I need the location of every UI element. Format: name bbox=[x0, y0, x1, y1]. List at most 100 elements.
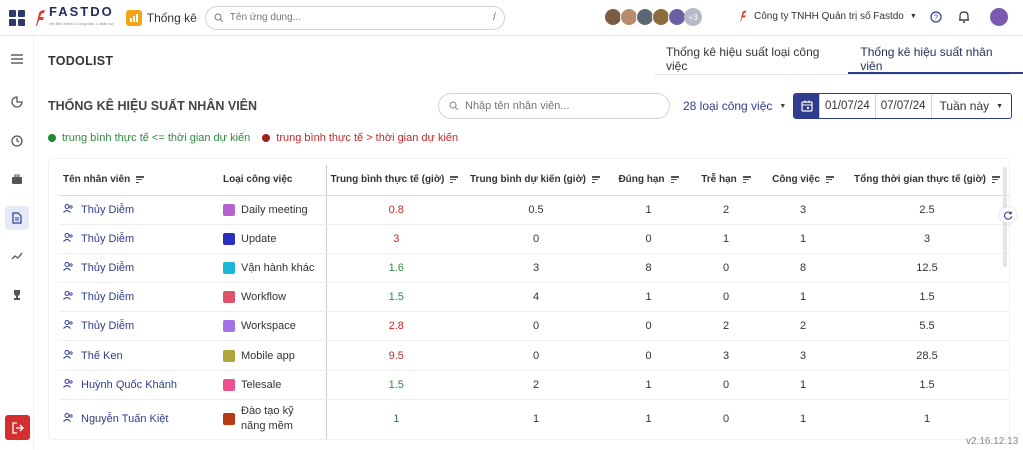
date-from[interactable]: 01/07/24 bbox=[819, 94, 875, 118]
table-row[interactable]: Thủy Diễm Workflow 1.5 4 1 0 1 1.5 bbox=[59, 282, 1009, 313]
employee-name[interactable]: Thủy Diễm bbox=[81, 204, 134, 216]
help-icon[interactable]: ? bbox=[929, 10, 943, 24]
version-label: v2.16.12.13 bbox=[966, 436, 1019, 447]
employee-name[interactable]: Thế Ken bbox=[81, 350, 123, 362]
avatars-more-count[interactable]: +3 bbox=[684, 8, 702, 26]
table-row[interactable]: Thủy Diễm Daily meeting 0.8 0.5 1 2 3 2.5 bbox=[59, 195, 1009, 225]
employee-cell[interactable]: Huỳnh Quốc Khánh bbox=[59, 370, 219, 400]
sort-icon[interactable] bbox=[992, 175, 1000, 185]
col-header-total[interactable]: Tổng thời gian thực tế (giờ) bbox=[845, 165, 1009, 196]
col-header-late[interactable]: Trễ hạn bbox=[691, 165, 761, 196]
table-row[interactable]: Thế Ken Mobile app 9.5 0 0 3 3 28.5 bbox=[59, 340, 1009, 371]
member-avatars[interactable]: +3 bbox=[604, 8, 702, 26]
employee-cell[interactable]: Thế Ken bbox=[59, 340, 219, 371]
employee-name[interactable]: Huỳnh Quốc Khánh bbox=[81, 379, 177, 391]
logout-button[interactable] bbox=[5, 415, 30, 440]
chevron-down-icon: ▼ bbox=[909, 12, 917, 20]
company-name: Công ty TNHH Quản trị số Fastdo bbox=[754, 10, 904, 22]
col-header-tasks[interactable]: Công việc bbox=[761, 165, 845, 196]
late-cell: 1 bbox=[691, 224, 761, 254]
employee-cell[interactable]: Nguyễn Tuấn Kiệt bbox=[59, 399, 219, 439]
total-cell: 12.5 bbox=[845, 253, 1009, 284]
tasks-cell: 8 bbox=[761, 253, 845, 284]
date-to[interactable]: 07/07/24 bbox=[874, 94, 931, 118]
col-header-employee[interactable]: Tên nhân viên bbox=[59, 165, 219, 196]
table-row[interactable]: Nguyễn Tuấn Kiệt Đào tạo kỹ năng mềm 1 1 1 0 1… bbox=[59, 399, 1009, 439]
refresh-float-button[interactable] bbox=[1000, 207, 1016, 223]
on-time-cell: 0 bbox=[606, 224, 691, 254]
task-type-name: Workspace bbox=[241, 320, 296, 333]
employee-cell[interactable]: Thủy Diễm bbox=[59, 195, 219, 225]
employee-name[interactable]: Thủy Diễm bbox=[81, 320, 134, 332]
on-time-cell: 1 bbox=[606, 282, 691, 313]
on-time-cell: 1 bbox=[606, 370, 691, 400]
employee-cell[interactable]: Thủy Diễm bbox=[59, 282, 219, 313]
app-search-input[interactable] bbox=[229, 12, 493, 23]
dashboard-icon bbox=[11, 96, 23, 108]
table-row[interactable]: Thủy Diễm Workspace 2.8 0 0 2 2 5.5 bbox=[59, 311, 1009, 342]
sort-icon[interactable] bbox=[742, 175, 751, 185]
total-cell: 28.5 bbox=[845, 340, 1009, 371]
sidebar-item-report[interactable] bbox=[5, 206, 29, 230]
trophy-icon bbox=[14, 290, 20, 300]
app-grid-icon[interactable] bbox=[9, 9, 25, 26]
table-row[interactable]: Thủy Diễm Vận hành khác 1.6 3 8 0 8 12.5 bbox=[59, 253, 1009, 284]
table-row[interactable]: Thủy Diễm Update 3 0 0 1 1 3 bbox=[59, 224, 1009, 254]
total-cell: 2.5 bbox=[845, 195, 1009, 225]
sort-icon[interactable] bbox=[592, 175, 601, 185]
tab-employee-performance[interactable]: Thống kê hiệu suất nhân viên bbox=[848, 45, 1023, 74]
col-header-on-time[interactable]: Đúng hạn bbox=[606, 165, 691, 196]
col-header-expected-avg[interactable]: Trung bình dự kiến (giờ) bbox=[466, 165, 606, 196]
late-cell: 0 bbox=[691, 399, 761, 439]
sidebar-item-trend[interactable] bbox=[5, 244, 29, 268]
sidebar-item-trophy[interactable] bbox=[5, 283, 29, 307]
calendar-button[interactable] bbox=[794, 94, 819, 118]
employee-cell[interactable]: Thủy Diễm bbox=[59, 224, 219, 254]
chevron-down-icon: ▼ bbox=[779, 102, 787, 110]
legend-label: trung bình thực tế > thời gian dự kiến bbox=[276, 132, 459, 144]
svg-text:?: ? bbox=[934, 15, 938, 22]
current-app[interactable]: Thống kê bbox=[125, 9, 197, 26]
late-cell: 3 bbox=[691, 340, 761, 371]
company-selector[interactable]: Công ty TNHH Quản trị số Fastdo ▼ bbox=[738, 10, 917, 22]
sort-icon[interactable] bbox=[450, 175, 459, 185]
fastdo-logo-icon bbox=[36, 9, 45, 26]
statistics-app-icon bbox=[125, 9, 142, 26]
sidebar-item-dashboard[interactable] bbox=[5, 90, 29, 114]
on-time-cell: 0 bbox=[606, 340, 691, 371]
sort-icon[interactable] bbox=[136, 175, 145, 185]
table-row[interactable]: Huỳnh Quốc Khánh Telesale 1.5 2 1 0 1 1.5 bbox=[59, 370, 1009, 400]
sidebar-item-time[interactable] bbox=[5, 129, 29, 153]
fastdo-logo[interactable]: FASTDO Hệ điều hành 1 công việc 1 nhân sự bbox=[33, 4, 114, 32]
search-icon bbox=[449, 101, 459, 111]
logo-subtitle: Hệ điều hành 1 công việc 1 nhân sự bbox=[49, 20, 114, 26]
expected-avg-cell: 0 bbox=[466, 224, 606, 254]
app-search[interactable]: / bbox=[204, 5, 505, 30]
sort-icon[interactable] bbox=[825, 175, 834, 185]
employee-cell[interactable]: Thủy Diễm bbox=[59, 253, 219, 284]
app-label: Thống kê bbox=[146, 10, 197, 25]
employee-name[interactable]: Thủy Diễm bbox=[81, 262, 134, 274]
red-dot-icon bbox=[262, 134, 271, 142]
task-type-filter[interactable]: 28 loại công việc ▼ bbox=[683, 99, 786, 113]
on-time-cell: 1 bbox=[606, 195, 691, 225]
actual-avg-cell: 9.5 bbox=[325, 340, 466, 371]
menu-icon[interactable] bbox=[5, 47, 29, 71]
employee-name[interactable]: Thủy Diễm bbox=[81, 291, 134, 303]
employee-search[interactable] bbox=[438, 93, 670, 119]
employee-cell[interactable]: Thủy Diễm bbox=[59, 311, 219, 342]
user-avatar[interactable] bbox=[990, 8, 1008, 26]
sidebar-item-work[interactable] bbox=[5, 167, 29, 191]
col-header-actual-avg[interactable]: Trung bình thực tế (giờ) bbox=[325, 165, 466, 196]
employee-name[interactable]: Thủy Diễm bbox=[81, 233, 134, 245]
employee-name[interactable]: Nguyễn Tuấn Kiệt bbox=[81, 413, 168, 425]
document-icon bbox=[12, 212, 22, 224]
bell-icon[interactable] bbox=[957, 10, 971, 24]
employee-search-input[interactable] bbox=[465, 100, 659, 112]
trend-icon bbox=[11, 252, 23, 260]
expected-avg-cell: 2 bbox=[466, 370, 606, 400]
tab-task-type-performance[interactable]: Thống kê hiệu suất loại công việc bbox=[654, 45, 848, 74]
period-select[interactable]: Tuần này ▼ bbox=[930, 94, 1012, 118]
sort-icon[interactable] bbox=[670, 175, 679, 185]
date-range-picker: 01/07/24 07/07/24 Tuần này ▼ bbox=[793, 93, 1013, 119]
